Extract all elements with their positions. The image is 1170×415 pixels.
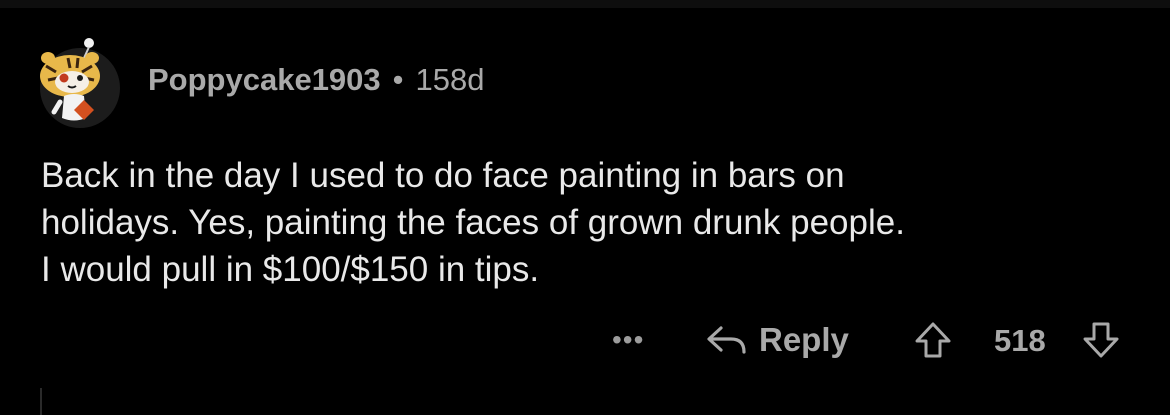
meta-separator: • (392, 62, 404, 97)
comment: Poppycake1903 • 158d Back in the day I u… (0, 0, 1170, 415)
more-options-button[interactable]: ••• (612, 320, 644, 360)
comment-age: 158d (415, 62, 485, 97)
thread-line[interactable] (40, 388, 42, 415)
comment-actions: ••• Reply 518 (0, 318, 1170, 362)
vote-score: 518 (994, 323, 1046, 358)
reply-label: Reply (759, 321, 849, 358)
reply-button[interactable]: Reply (705, 318, 849, 362)
comment-body-line: holidays. Yes, painting the faces of gro… (41, 203, 905, 242)
downvote-button[interactable] (1081, 320, 1121, 360)
comment-header: Poppycake1903 • 158d (148, 62, 484, 98)
comment-body-line: I would pull in $100/$150 in tips. (41, 250, 540, 289)
downvote-arrow-icon (1083, 322, 1119, 358)
upvote-button[interactable] (913, 320, 953, 360)
snoo-tiger-avatar-icon (40, 38, 120, 128)
username-link[interactable]: Poppycake1903 (148, 62, 381, 98)
comment-body: Back in the day I used to do face painti… (41, 152, 1141, 293)
comment-body-line: Back in the day I used to do face painti… (41, 156, 845, 195)
upvote-arrow-icon (915, 322, 951, 358)
reply-arrow-icon (707, 326, 746, 354)
more-options-icon: ••• (612, 324, 645, 355)
user-avatar[interactable] (34, 36, 126, 128)
